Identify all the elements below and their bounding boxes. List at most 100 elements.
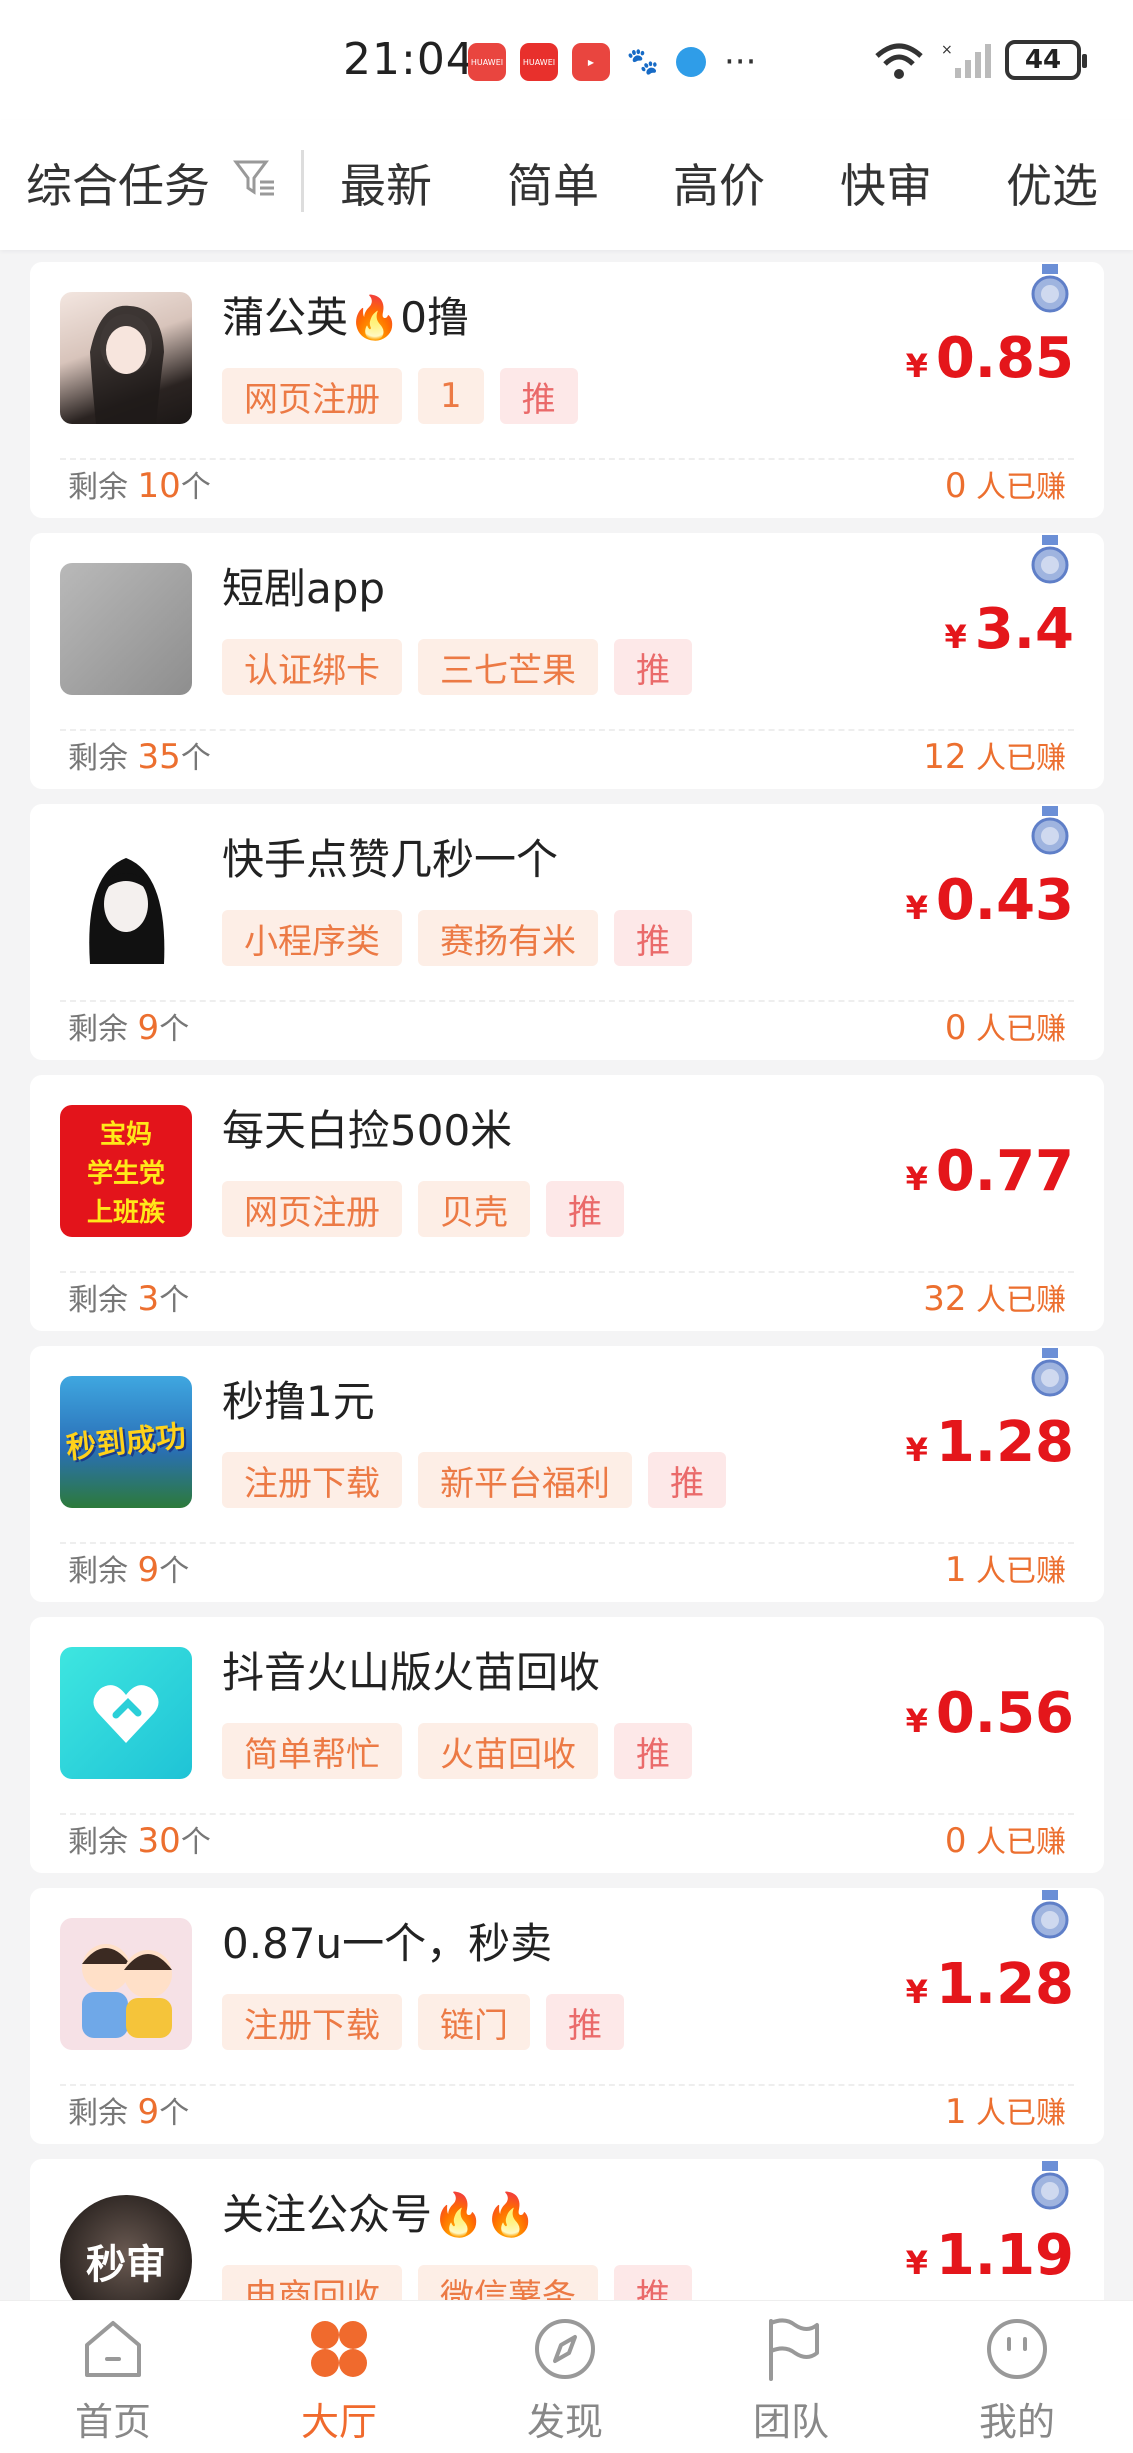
- earned-count: 0 人已赚: [944, 1008, 1066, 1048]
- task-title: 关注公众号🔥🔥: [222, 2190, 537, 2239]
- nav-hall[interactable]: 大厅: [274, 2313, 404, 2446]
- recommend-tag: 推: [546, 1994, 624, 2050]
- divider: [60, 1542, 1074, 1544]
- tab-simple[interactable]: 简单: [507, 150, 599, 216]
- task-card[interactable]: 短剧app 认证绑卡 三七芒果 推 ¥3.4 剩余 35个 12 人已赚: [30, 533, 1104, 789]
- task-price: ¥1.28: [905, 1410, 1074, 1475]
- task-thumbnail: [60, 1918, 192, 2050]
- nav-label: 首页: [74, 2400, 151, 2444]
- tab-latest[interactable]: 最新: [340, 150, 432, 216]
- thumbnail-text: 秒审: [86, 2242, 166, 2288]
- nav-discover[interactable]: 发现: [500, 2313, 630, 2446]
- tab-featured[interactable]: 优选: [1006, 150, 1098, 216]
- task-thumbnail: [60, 563, 192, 695]
- divider: [60, 458, 1074, 460]
- smile-face-icon: [987, 2319, 1047, 2379]
- nav-team[interactable]: 团队: [726, 2313, 856, 2446]
- task-tag: 小程序类: [222, 910, 402, 966]
- task-card[interactable]: 秒到成功 秒撸1元 注册下载 新平台福利 推 ¥1.28 剩余 9个 1 人已赚: [30, 1346, 1104, 1602]
- recommend-tag: 推: [614, 1723, 692, 1779]
- task-tags: 网页注册 1 推: [222, 368, 578, 424]
- task-card[interactable]: 抖音火山版火苗回收 简单帮忙 火苗回收 推 ¥0.56 剩余 30个 0 人已赚: [30, 1617, 1104, 1873]
- baidu-app-icon: 🐾: [624, 43, 662, 81]
- tab-comprehensive[interactable]: 综合任务: [26, 150, 210, 216]
- task-thumbnail: [60, 292, 192, 424]
- compass-icon: [535, 2319, 595, 2379]
- thumbnail-text: 上班族: [86, 1197, 165, 1228]
- medal-icon: [1031, 1890, 1069, 1939]
- browser-app-icon: [676, 47, 706, 77]
- tab-high-price[interactable]: 高价: [673, 150, 765, 216]
- task-title: 蒲公英🔥0撸: [222, 293, 470, 342]
- task-title: 快手点赞几秒一个: [222, 835, 559, 884]
- recommend-tag: 推: [546, 1181, 624, 1237]
- nav-label: 大厅: [300, 2400, 377, 2444]
- flag-icon: [769, 2318, 819, 2381]
- recommend-tag: 推: [499, 368, 578, 424]
- task-tags: 注册下载 新平台福利 推: [222, 1452, 726, 1508]
- remaining-count: 剩余 10个: [68, 466, 211, 506]
- remaining-count: 剩余 9个: [68, 1008, 190, 1048]
- earned-count: 1 人已赚: [944, 2092, 1066, 2132]
- more-notifications-icon: ···: [724, 42, 757, 82]
- thumbnail-text: 秒到成功: [64, 1418, 188, 1466]
- remaining-count: 剩余 9个: [68, 2092, 190, 2132]
- divider: [60, 1813, 1074, 1815]
- recommend-tag: 推: [614, 910, 692, 966]
- task-thumbnail: 宝妈 学生党 上班族: [60, 1105, 192, 1237]
- task-title: 秒撸1元: [222, 1377, 375, 1426]
- task-price: ¥3.4: [944, 597, 1074, 662]
- task-card[interactable]: 快手点赞几秒一个 小程序类 赛扬有米 推 ¥0.43 剩余 9个 0 人已赚: [30, 804, 1104, 1060]
- svg-text:×: ×: [941, 42, 953, 58]
- task-card[interactable]: 宝妈 学生党 上班族 每天白捡500米 网页注册 贝壳 推 ¥0.77 剩余 3…: [30, 1075, 1104, 1331]
- thumbnail-text: 学生党: [86, 1158, 165, 1189]
- task-tag: 认证绑卡: [222, 639, 402, 695]
- status-bar: 21:04 HUAWEI HUAWEI ▶ 🐾 ··· × 44: [0, 0, 1133, 120]
- task-thumbnail: [60, 834, 192, 966]
- nav-home[interactable]: 首页: [48, 2313, 178, 2446]
- divider: [60, 2084, 1074, 2086]
- task-tags: 网页注册 贝壳 推: [222, 1181, 624, 1237]
- nav-label: 我的: [978, 2400, 1055, 2444]
- wifi-icon: [875, 43, 923, 79]
- tab-divider: [301, 150, 304, 212]
- task-price: ¥0.85: [905, 326, 1074, 391]
- earned-count: 0 人已赚: [944, 1821, 1066, 1861]
- thumbnail-text: 宝妈: [99, 1119, 152, 1150]
- medal-icon: [1031, 2161, 1069, 2210]
- filter-icon[interactable]: [232, 156, 276, 200]
- task-title: 每天白捡500米: [222, 1106, 513, 1155]
- task-tag: 注册下载: [222, 1452, 402, 1508]
- filter-tabs: 综合任务 最新 简单 高价 快审 优选: [0, 120, 1133, 250]
- video-app-icon: ▶: [572, 43, 610, 81]
- battery-indicator: 44: [1005, 40, 1087, 80]
- tab-fast-review[interactable]: 快审: [840, 150, 932, 216]
- task-tag: 网页注册: [222, 368, 402, 424]
- divider: [60, 1000, 1074, 1002]
- task-card[interactable]: 0.87u一个，秒卖 注册下载 链门 推 ¥1.28 剩余 9个 1 人已赚: [30, 1888, 1104, 2144]
- remaining-count: 剩余 9个: [68, 1550, 190, 1590]
- medal-icon: [1031, 264, 1069, 313]
- task-tag: 链门: [418, 1994, 530, 2050]
- huawei-app-icon: HUAWEI: [468, 43, 506, 81]
- recommend-tag: 推: [614, 639, 692, 695]
- task-tag: 贝壳: [418, 1181, 530, 1237]
- task-card[interactable]: 蒲公英🔥0撸 网页注册 1 推 ¥0.85 剩余 10个 0 人已赚: [30, 262, 1104, 518]
- task-thumbnail: 秒到成功: [60, 1376, 192, 1508]
- task-tag: 注册下载: [222, 1994, 402, 2050]
- nav-mine[interactable]: 我的: [952, 2313, 1082, 2446]
- task-title: 短剧app: [222, 564, 386, 613]
- medal-icon: [1031, 1348, 1069, 1397]
- remaining-count: 剩余 35个: [68, 737, 211, 777]
- remaining-count: 剩余 3个: [68, 1279, 190, 1319]
- task-tag: 1: [418, 368, 484, 424]
- signal-icon: ×: [941, 42, 991, 78]
- divider: [60, 729, 1074, 731]
- task-tags: 简单帮忙 火苗回收 推: [222, 1723, 692, 1779]
- task-tag: 简单帮忙: [222, 1723, 402, 1779]
- earned-count: 12 人已赚: [923, 737, 1066, 777]
- notification-icons: HUAWEI HUAWEI ▶ 🐾 ···: [468, 42, 756, 82]
- task-price: ¥1.19: [905, 2223, 1074, 2288]
- huawei-app-icon: HUAWEI: [520, 43, 558, 81]
- earned-count: 1 人已赚: [944, 1550, 1066, 1590]
